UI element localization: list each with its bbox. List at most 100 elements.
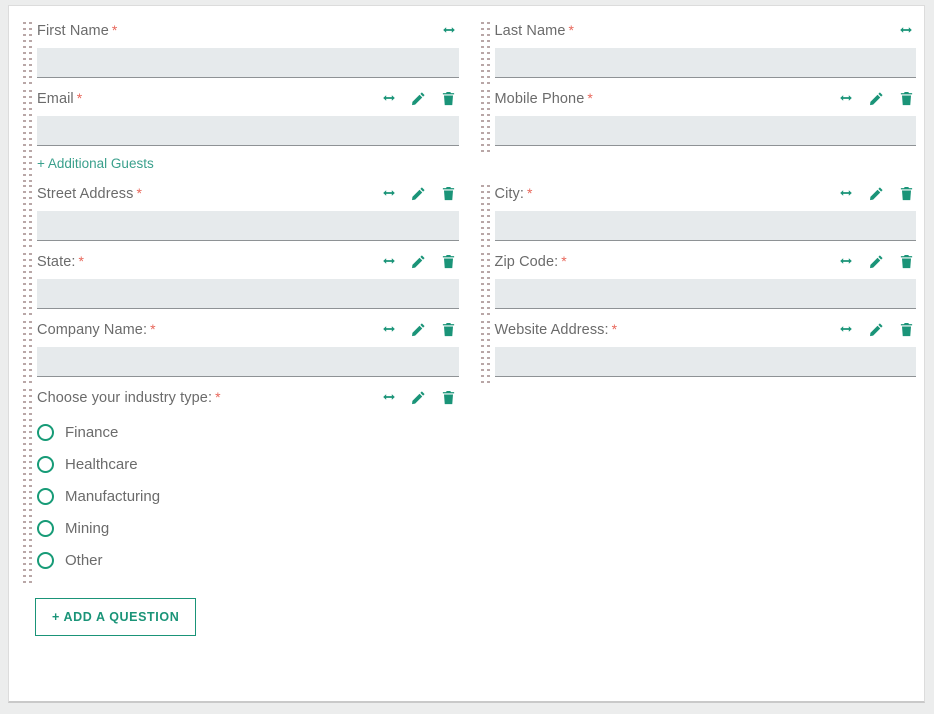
drag-handle-dots-icon[interactable] (480, 251, 492, 319)
trash-delete-icon[interactable] (441, 253, 457, 269)
drag-handle-dots-icon[interactable] (480, 319, 492, 387)
field-header: Zip Code: * (495, 251, 917, 272)
resize-horizontal-icon[interactable] (838, 253, 854, 269)
email-input[interactable] (37, 116, 459, 146)
resize-horizontal-icon[interactable] (381, 185, 397, 201)
form-column-right: Mobile Phone * (467, 88, 925, 183)
radio-circle-icon[interactable] (37, 551, 54, 569)
last-name-input[interactable] (494, 48, 916, 78)
required-asterisk: * (527, 185, 533, 201)
resize-horizontal-icon[interactable] (441, 22, 457, 38)
mobile-phone-input[interactable] (494, 116, 916, 146)
zip-code-input[interactable] (494, 279, 916, 309)
form-column-left: Email * + Additional Guests (9, 88, 467, 183)
radio-option-manufacturing[interactable]: Manufacturing (37, 480, 459, 512)
field-header: Street Address * (37, 183, 459, 204)
field-website-address[interactable]: Website Address: * (475, 319, 916, 387)
field-label-text: Street Address (37, 186, 134, 202)
trash-delete-icon[interactable] (441, 321, 457, 337)
trash-delete-icon[interactable] (441, 90, 457, 106)
resize-horizontal-icon[interactable] (381, 253, 397, 269)
radio-option-other[interactable]: Other (37, 544, 459, 576)
radio-circle-icon[interactable] (37, 487, 54, 505)
additional-guests-link[interactable]: + Additional Guests (37, 156, 154, 171)
field-city[interactable]: City: * (475, 183, 916, 251)
pencil-edit-icon[interactable] (411, 253, 427, 269)
field-zip-code[interactable]: Zip Code: * (475, 251, 917, 319)
field-row: Street Address * City: * (9, 183, 924, 251)
radio-option-finance[interactable]: Finance (37, 416, 459, 448)
field-street-address[interactable]: Street Address * (17, 183, 459, 251)
field-mobile-phone[interactable]: Mobile Phone * (475, 88, 916, 156)
radio-option-label: Healthcare (65, 455, 138, 473)
field-last-name[interactable]: Last Name * (475, 20, 916, 88)
field-label-text: Zip Code: (494, 254, 559, 270)
field-label-text: City: (494, 186, 524, 202)
field-header: State: * (37, 251, 459, 272)
form-column-right: Last Name * (467, 20, 925, 88)
field-label: Email * (37, 88, 82, 109)
resize-horizontal-icon[interactable] (838, 185, 854, 201)
pencil-edit-icon[interactable] (411, 185, 427, 201)
radio-option-mining[interactable]: Mining (37, 512, 459, 544)
field-industry-type[interactable]: Choose your industry type: * Finance Hea… (17, 387, 459, 586)
first-name-input[interactable] (37, 48, 459, 78)
drag-handle-dots-icon[interactable] (23, 20, 34, 88)
pencil-edit-icon[interactable] (411, 321, 427, 337)
trash-delete-icon[interactable] (898, 321, 914, 337)
resize-horizontal-icon[interactable] (381, 90, 397, 106)
field-label: Company Name: * (37, 319, 156, 340)
drag-handle-dots-icon[interactable] (480, 88, 492, 156)
required-asterisk: * (76, 90, 83, 106)
field-label-text: Choose your industry type: (37, 390, 213, 406)
street-address-input[interactable] (37, 211, 459, 241)
field-label-text: First Name (37, 23, 109, 39)
field-label: Street Address * (37, 183, 142, 204)
radio-circle-icon[interactable] (37, 455, 54, 473)
field-row: State: * Zip Code: * (9, 251, 924, 319)
required-asterisk: * (150, 321, 156, 337)
pencil-edit-icon[interactable] (868, 185, 884, 201)
state-input[interactable] (37, 279, 459, 309)
trash-delete-icon[interactable] (441, 185, 457, 201)
trash-delete-icon[interactable] (898, 90, 914, 106)
drag-handle-dots-icon[interactable] (23, 387, 34, 586)
field-email[interactable]: Email * + Additional Guests (17, 88, 459, 183)
field-label: First Name * (37, 20, 117, 41)
resize-horizontal-icon[interactable] (898, 22, 914, 38)
company-name-input[interactable] (37, 347, 459, 377)
field-header: Email * (37, 88, 459, 109)
field-state[interactable]: State: * (17, 251, 459, 319)
trash-delete-icon[interactable] (441, 389, 457, 405)
field-first-name[interactable]: First Name * (17, 20, 459, 88)
radio-option-label: Other (65, 551, 103, 569)
form-column-left: Company Name: * (9, 319, 467, 387)
resize-horizontal-icon[interactable] (838, 321, 854, 337)
website-address-input[interactable] (494, 347, 916, 377)
resize-horizontal-icon[interactable] (381, 389, 397, 405)
pencil-edit-icon[interactable] (868, 253, 884, 269)
radio-option-healthcare[interactable]: Healthcare (37, 448, 459, 480)
radio-circle-icon[interactable] (37, 519, 54, 537)
required-asterisk: * (78, 253, 85, 269)
drag-handle-dots-icon[interactable] (23, 319, 34, 387)
drag-handle-dots-icon[interactable] (23, 251, 34, 319)
trash-delete-icon[interactable] (898, 185, 914, 201)
drag-handle-dots-icon[interactable] (480, 183, 492, 251)
pencil-edit-icon[interactable] (868, 321, 884, 337)
drag-handle-dots-icon[interactable] (480, 20, 492, 88)
pencil-edit-icon[interactable] (868, 90, 884, 106)
resize-horizontal-icon[interactable] (381, 321, 397, 337)
field-label-text: Last Name (494, 23, 566, 39)
field-label-text: Website Address: (494, 322, 609, 338)
drag-handle-dots-icon[interactable] (23, 183, 34, 251)
drag-handle-dots-icon[interactable] (23, 88, 34, 183)
resize-horizontal-icon[interactable] (838, 90, 854, 106)
pencil-edit-icon[interactable] (411, 90, 427, 106)
pencil-edit-icon[interactable] (411, 389, 427, 405)
add-question-button[interactable]: + ADD A QUESTION (35, 598, 197, 636)
city-input[interactable] (494, 211, 916, 241)
field-company-name[interactable]: Company Name: * (17, 319, 459, 387)
trash-delete-icon[interactable] (898, 253, 914, 269)
radio-circle-icon[interactable] (37, 423, 54, 441)
